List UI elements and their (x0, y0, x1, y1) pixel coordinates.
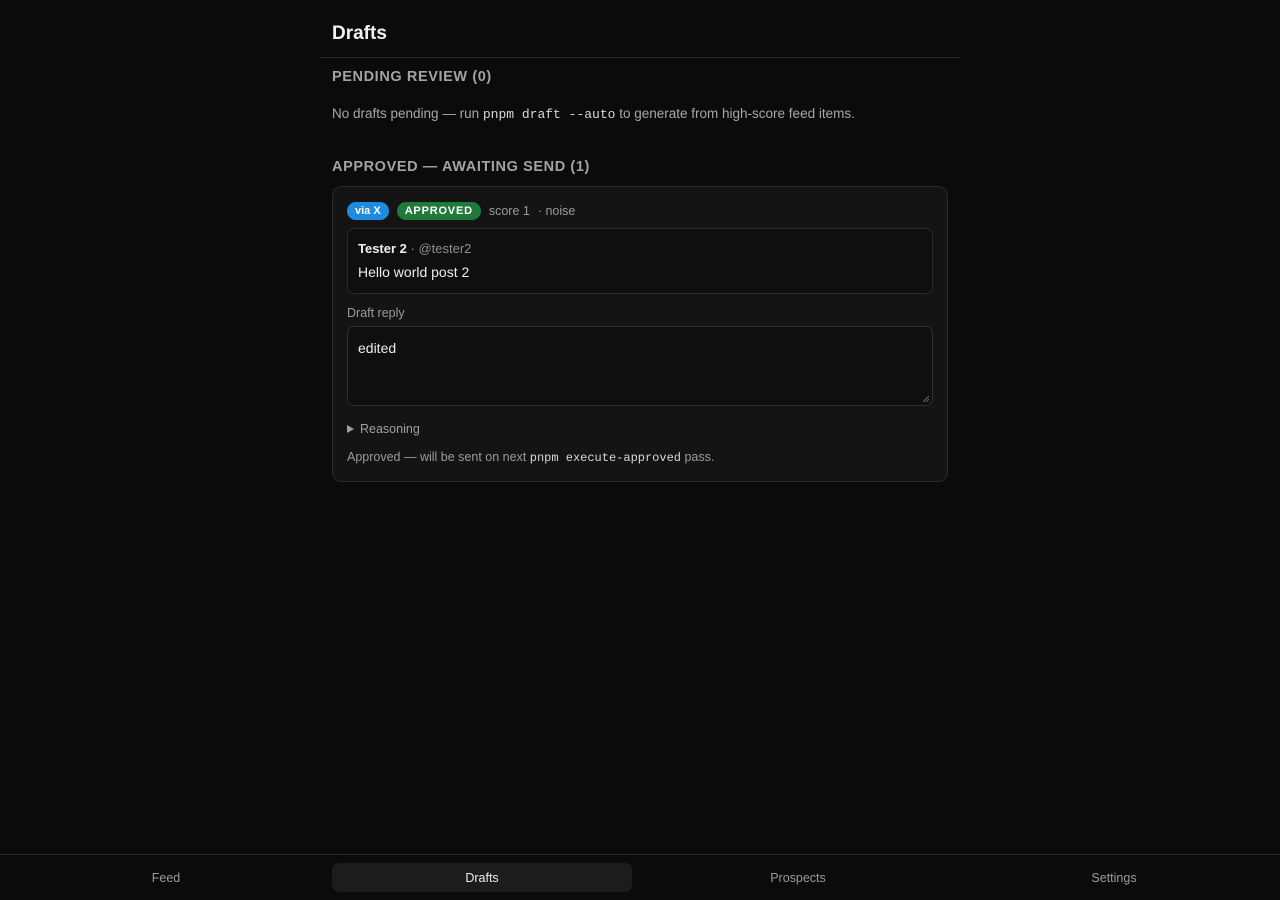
post-handle: · @tester2 (406, 241, 472, 256)
bottom-nav: Feed Drafts Prospects Settings (0, 854, 1280, 900)
reasoning-label: Reasoning (360, 422, 420, 436)
draft-reply-label: Draft reply (347, 306, 405, 320)
tab-feed[interactable]: Feed (16, 863, 316, 892)
post-author-row: Tester 2 · @tester2 (358, 240, 922, 257)
draft-command: pnpm draft --auto (482, 107, 616, 122)
tab-prospects[interactable]: Prospects (648, 863, 948, 892)
classification-label: · noise (537, 204, 576, 218)
approved-heading: APPROVED — AWAITING SEND (1) (332, 159, 590, 175)
page-title: Drafts (332, 23, 387, 44)
footnote-suffix: pass. (680, 450, 715, 464)
approved-section: APPROVED — AWAITING SEND (1) via X APPRO… (320, 157, 960, 482)
post-text: Hello world post 2 (358, 264, 470, 280)
post-author: Tester 2 (358, 241, 407, 256)
draft-reply-text: edited (358, 340, 397, 356)
pending-empty-message: No drafts pending — run pnpm draft --aut… (332, 104, 948, 125)
footnote-prefix: Approved — will be sent on next (347, 450, 530, 464)
empty-message-suffix: to generate from high-score feed items. (615, 106, 855, 121)
main-column: Drafts PENDING REVIEW (0) No drafts pend… (320, 0, 960, 482)
pending-review-heading: PENDING REVIEW (0) (332, 69, 492, 85)
original-post: Tester 2 · @tester2 Hello world post 2 (347, 228, 933, 294)
pending-review-section: PENDING REVIEW (0) No drafts pending — r… (320, 58, 960, 125)
reasoning-toggle[interactable]: Reasoning (347, 421, 933, 437)
score-label: score 1 (488, 204, 530, 218)
drafts-page: Drafts PENDING REVIEW (0) No drafts pend… (0, 0, 1280, 900)
empty-message-prefix: No drafts pending — run (332, 106, 483, 121)
source-badge: via X (347, 202, 389, 220)
triangle-right-icon (347, 425, 354, 433)
tab-drafts[interactable]: Drafts (332, 863, 632, 892)
status-badge: APPROVED (396, 202, 481, 220)
execute-command: pnpm execute-approved (529, 451, 681, 465)
resize-handle-icon[interactable] (922, 395, 930, 403)
draft-reply-textarea[interactable]: edited (347, 326, 933, 406)
draft-meta-row: via X APPROVED score 1 · noise (347, 201, 933, 221)
tab-settings[interactable]: Settings (964, 863, 1264, 892)
page-header: Drafts (320, 0, 960, 58)
approval-footnote: Approved — will be sent on next pnpm exe… (347, 449, 933, 466)
draft-card: via X APPROVED score 1 · noise Tester 2 … (332, 186, 948, 482)
